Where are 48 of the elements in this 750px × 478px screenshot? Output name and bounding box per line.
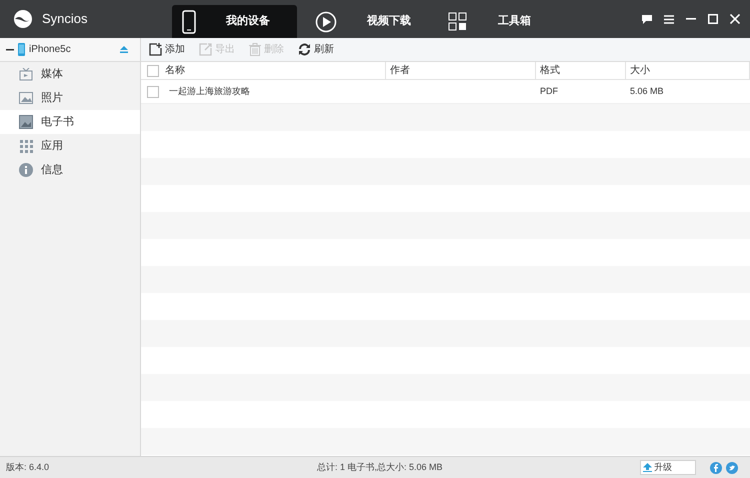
info-icon [19, 163, 33, 177]
sidebar-item[interactable]: 信息 [0, 158, 140, 182]
sidebar-item[interactable]: 照片 [0, 86, 140, 110]
nav-tab[interactable]: 视频下载 [305, 5, 430, 38]
photo-icon [19, 92, 33, 104]
toolbar-button[interactable]: 添加 [149, 42, 185, 57]
maximize-icon[interactable] [708, 14, 718, 24]
play-icon [315, 10, 337, 32]
checkbox[interactable] [147, 86, 159, 98]
minimize-icon[interactable] [686, 18, 696, 20]
trash-icon [249, 43, 261, 56]
phone-icon [18, 43, 25, 56]
nav-tab[interactable]: 工具箱 [438, 5, 563, 38]
upgrade-button[interactable]: 升级 [640, 460, 696, 475]
nav-tab[interactable]: 我的设备 [172, 5, 297, 38]
upload-icon [643, 463, 652, 472]
apps-grid-icon [19, 139, 33, 153]
summary-text: 总计: 1 电子书,总大小: 5.06 MB [317, 460, 443, 474]
refresh-icon [298, 43, 311, 56]
table-cell: 5.06 MB [630, 86, 664, 96]
column-header[interactable]: 作者 [386, 62, 536, 79]
table-cell: 一起游上海旅游攻略 [169, 86, 250, 96]
sidebar-item[interactable]: 媒体 [0, 62, 140, 86]
sidebar-item[interactable]: 电子书 [0, 110, 140, 134]
window-title: Syncios [42, 10, 89, 28]
device-name: iPhone5c [29, 43, 71, 57]
column-header[interactable]: 大小 [626, 62, 750, 79]
column-header[interactable]: 格式 [536, 62, 626, 79]
bird-icon[interactable] [726, 462, 738, 474]
checkbox[interactable] [147, 65, 159, 77]
toolbox-icon [448, 12, 468, 32]
close-icon[interactable] [730, 14, 740, 24]
version-label: 版本: 6.4.0 [6, 460, 50, 474]
facebook-icon[interactable] [710, 462, 722, 474]
add-file-icon [149, 43, 162, 56]
tv-icon [19, 68, 33, 80]
eject-icon[interactable] [120, 46, 128, 53]
sidebar-item[interactable]: 应用 [0, 134, 140, 158]
toolbar-button[interactable]: 刷新 [298, 42, 334, 57]
phone-icon [182, 10, 196, 34]
table-cell: PDF [540, 86, 558, 96]
menu-icon[interactable] [664, 14, 674, 24]
column-header[interactable]: 名称 [141, 62, 386, 79]
device-header[interactable]: iPhone5c [0, 38, 140, 62]
book-icon [19, 115, 33, 129]
export-icon [199, 43, 212, 56]
app-logo-icon [13, 9, 33, 29]
chat-icon[interactable] [642, 14, 652, 24]
